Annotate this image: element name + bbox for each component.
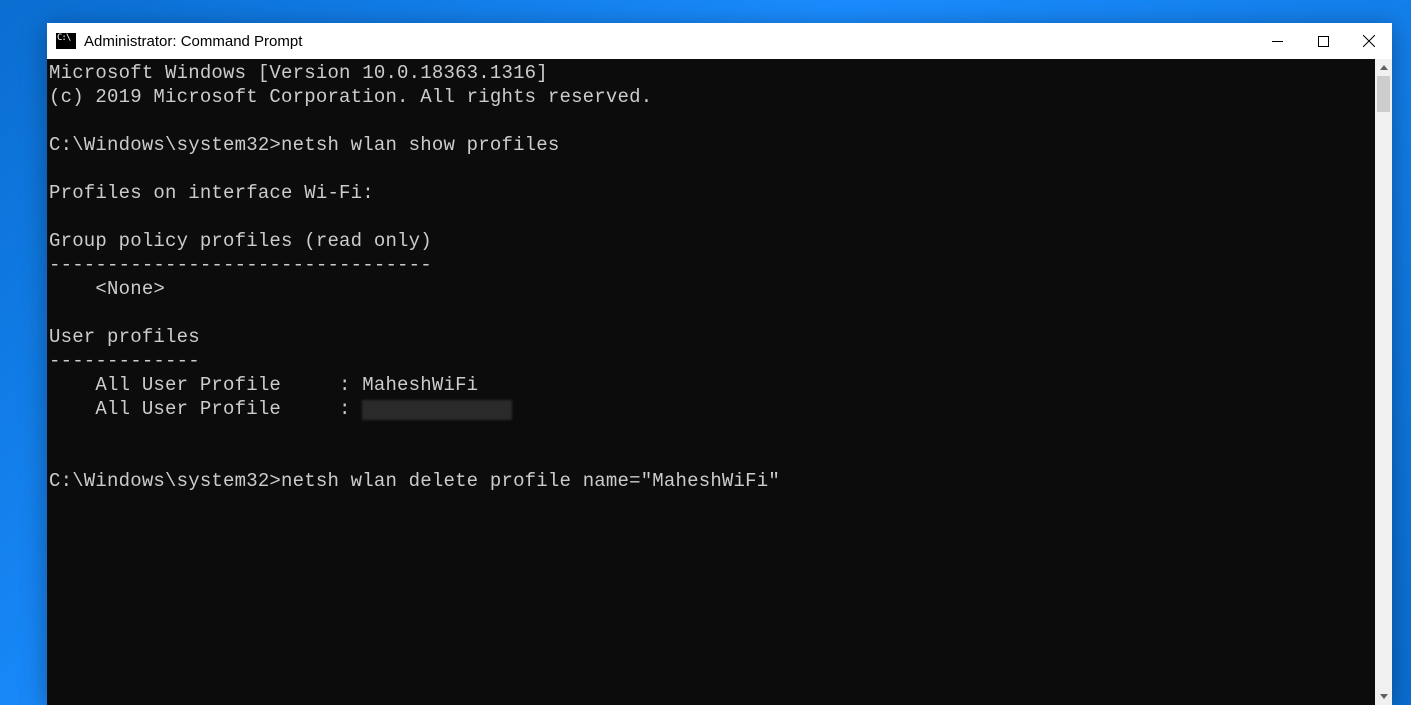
profile-name: MaheshWiFi bbox=[362, 374, 478, 396]
window-title: Administrator: Command Prompt bbox=[84, 33, 302, 50]
separator: --------------------------------- bbox=[49, 253, 1375, 277]
titlebar[interactable]: Administrator: Command Prompt bbox=[47, 23, 1392, 59]
prompt-path: C:\Windows\system32> bbox=[49, 470, 281, 492]
scroll-down-arrow[interactable] bbox=[1375, 688, 1392, 705]
profile-label: All User Profile : bbox=[49, 374, 362, 396]
prompt-line-2: C:\Windows\system32>netsh wlan delete pr… bbox=[49, 469, 1375, 493]
cmd-icon bbox=[56, 33, 76, 49]
os-version-line: Microsoft Windows [Version 10.0.18363.13… bbox=[49, 61, 1375, 85]
cmd-window: Administrator: Command Prompt Microsoft … bbox=[47, 23, 1392, 705]
profile-row-1: All User Profile : MaheshWiFi bbox=[49, 373, 1375, 397]
client-area: Microsoft Windows [Version 10.0.18363.13… bbox=[47, 59, 1392, 705]
profile-row-2: All User Profile : bbox=[49, 397, 1375, 421]
profile-label: All User Profile : bbox=[49, 398, 362, 420]
prompt-path: C:\Windows\system32> bbox=[49, 134, 281, 156]
group-policy-header: Group policy profiles (read only) bbox=[49, 229, 1375, 253]
copyright-line: (c) 2019 Microsoft Corporation. All righ… bbox=[49, 85, 1375, 109]
terminal-output[interactable]: Microsoft Windows [Version 10.0.18363.13… bbox=[47, 59, 1375, 705]
desktop-background: Administrator: Command Prompt Microsoft … bbox=[0, 0, 1411, 705]
user-profiles-header: User profiles bbox=[49, 325, 1375, 349]
scrollbar-track[interactable] bbox=[1375, 76, 1392, 688]
prompt-line-1: C:\Windows\system32>netsh wlan show prof… bbox=[49, 133, 1375, 157]
vertical-scrollbar[interactable] bbox=[1375, 59, 1392, 705]
command-text: netsh wlan delete profile name="MaheshWi… bbox=[281, 470, 780, 492]
scroll-up-arrow[interactable] bbox=[1375, 59, 1392, 76]
interface-header: Profiles on interface Wi-Fi: bbox=[49, 181, 1375, 205]
scrollbar-thumb[interactable] bbox=[1377, 76, 1390, 112]
group-policy-none: <None> bbox=[49, 277, 1375, 301]
separator: ------------- bbox=[49, 349, 1375, 373]
redacted-profile-name bbox=[362, 400, 512, 420]
command-text: netsh wlan show profiles bbox=[281, 134, 559, 156]
close-button[interactable] bbox=[1346, 23, 1392, 59]
maximize-button[interactable] bbox=[1300, 23, 1346, 59]
minimize-button[interactable] bbox=[1254, 23, 1300, 59]
